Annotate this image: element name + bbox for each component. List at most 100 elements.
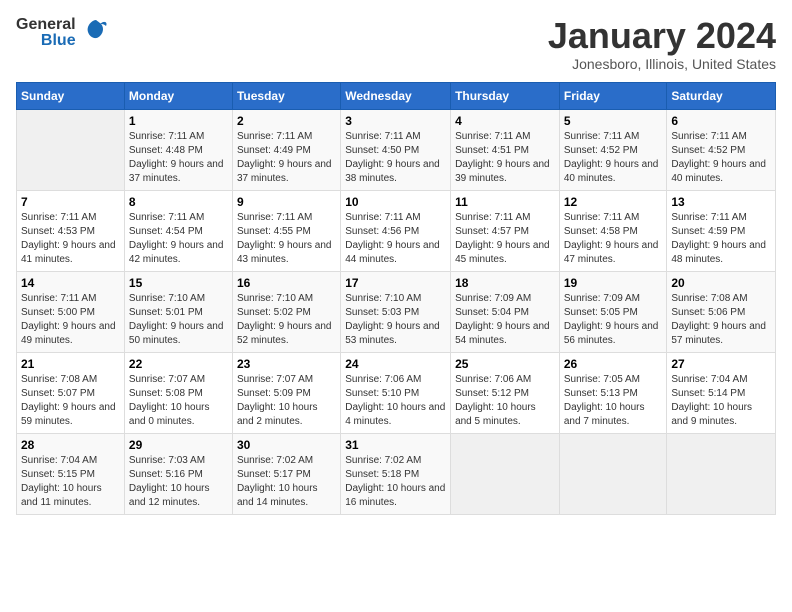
page-header: General Blue January 2024 Jonesboro, Ill… xyxy=(16,16,776,72)
day-number: 11 xyxy=(455,195,555,209)
day-info: Sunrise: 7:11 AMSunset: 4:57 PMDaylight:… xyxy=(455,211,555,267)
day-number: 17 xyxy=(345,276,446,290)
day-info: Sunrise: 7:11 AMSunset: 4:52 PMDaylight:… xyxy=(564,130,663,186)
day-cell xyxy=(451,433,560,514)
day-cell: 24 Sunrise: 7:06 AMSunset: 5:10 PMDaylig… xyxy=(341,352,451,433)
day-cell: 29 Sunrise: 7:03 AMSunset: 5:16 PMDaylig… xyxy=(124,433,232,514)
day-info: Sunrise: 7:10 AMSunset: 5:03 PMDaylight:… xyxy=(345,292,446,348)
day-number: 14 xyxy=(21,276,120,290)
day-cell: 12 Sunrise: 7:11 AMSunset: 4:58 PMDaylig… xyxy=(559,190,667,271)
logo-bird-icon xyxy=(82,16,110,49)
day-number: 26 xyxy=(564,357,663,371)
day-number: 19 xyxy=(564,276,663,290)
day-info: Sunrise: 7:08 AMSunset: 5:06 PMDaylight:… xyxy=(671,292,771,348)
day-info: Sunrise: 7:11 AMSunset: 5:00 PMDaylight:… xyxy=(21,292,120,348)
day-info: Sunrise: 7:11 AMSunset: 4:56 PMDaylight:… xyxy=(345,211,446,267)
day-number: 29 xyxy=(129,438,228,452)
day-cell: 28 Sunrise: 7:04 AMSunset: 5:15 PMDaylig… xyxy=(17,433,125,514)
calendar-table: Sunday Monday Tuesday Wednesday Thursday… xyxy=(16,82,776,515)
day-info: Sunrise: 7:04 AMSunset: 5:15 PMDaylight:… xyxy=(21,454,120,510)
day-info: Sunrise: 7:11 AMSunset: 4:58 PMDaylight:… xyxy=(564,211,663,267)
day-info: Sunrise: 7:07 AMSunset: 5:08 PMDaylight:… xyxy=(129,373,228,429)
day-number: 24 xyxy=(345,357,446,371)
day-cell: 21 Sunrise: 7:08 AMSunset: 5:07 PMDaylig… xyxy=(17,352,125,433)
day-info: Sunrise: 7:02 AMSunset: 5:18 PMDaylight:… xyxy=(345,454,446,510)
col-wednesday: Wednesday xyxy=(341,82,451,109)
day-info: Sunrise: 7:11 AMSunset: 4:49 PMDaylight:… xyxy=(237,130,336,186)
col-saturday: Saturday xyxy=(667,82,776,109)
day-info: Sunrise: 7:11 AMSunset: 4:50 PMDaylight:… xyxy=(345,130,446,186)
day-number: 6 xyxy=(671,114,771,128)
week-row-1: 1 Sunrise: 7:11 AMSunset: 4:48 PMDayligh… xyxy=(17,109,776,190)
day-cell: 20 Sunrise: 7:08 AMSunset: 5:06 PMDaylig… xyxy=(667,271,776,352)
day-info: Sunrise: 7:09 AMSunset: 5:04 PMDaylight:… xyxy=(455,292,555,348)
location: Jonesboro, Illinois, United States xyxy=(548,56,776,72)
day-number: 31 xyxy=(345,438,446,452)
day-info: Sunrise: 7:07 AMSunset: 5:09 PMDaylight:… xyxy=(237,373,336,429)
day-info: Sunrise: 7:05 AMSunset: 5:13 PMDaylight:… xyxy=(564,373,663,429)
day-number: 13 xyxy=(671,195,771,209)
day-number: 27 xyxy=(671,357,771,371)
week-row-2: 7 Sunrise: 7:11 AMSunset: 4:53 PMDayligh… xyxy=(17,190,776,271)
day-info: Sunrise: 7:02 AMSunset: 5:17 PMDaylight:… xyxy=(237,454,336,510)
day-cell: 18 Sunrise: 7:09 AMSunset: 5:04 PMDaylig… xyxy=(451,271,560,352)
day-cell: 7 Sunrise: 7:11 AMSunset: 4:53 PMDayligh… xyxy=(17,190,125,271)
col-thursday: Thursday xyxy=(451,82,560,109)
month-title: January 2024 xyxy=(548,16,776,56)
day-number: 10 xyxy=(345,195,446,209)
title-area: January 2024 Jonesboro, Illinois, United… xyxy=(548,16,776,72)
day-number: 4 xyxy=(455,114,555,128)
day-cell: 5 Sunrise: 7:11 AMSunset: 4:52 PMDayligh… xyxy=(559,109,667,190)
day-cell: 23 Sunrise: 7:07 AMSunset: 5:09 PMDaylig… xyxy=(232,352,340,433)
day-cell xyxy=(559,433,667,514)
day-info: Sunrise: 7:10 AMSunset: 5:01 PMDaylight:… xyxy=(129,292,228,348)
day-cell: 16 Sunrise: 7:10 AMSunset: 5:02 PMDaylig… xyxy=(232,271,340,352)
day-cell: 10 Sunrise: 7:11 AMSunset: 4:56 PMDaylig… xyxy=(341,190,451,271)
day-info: Sunrise: 7:04 AMSunset: 5:14 PMDaylight:… xyxy=(671,373,771,429)
day-cell: 6 Sunrise: 7:11 AMSunset: 4:52 PMDayligh… xyxy=(667,109,776,190)
day-cell: 27 Sunrise: 7:04 AMSunset: 5:14 PMDaylig… xyxy=(667,352,776,433)
day-number: 3 xyxy=(345,114,446,128)
day-cell: 3 Sunrise: 7:11 AMSunset: 4:50 PMDayligh… xyxy=(341,109,451,190)
day-info: Sunrise: 7:11 AMSunset: 4:51 PMDaylight:… xyxy=(455,130,555,186)
day-cell: 30 Sunrise: 7:02 AMSunset: 5:17 PMDaylig… xyxy=(232,433,340,514)
day-number: 18 xyxy=(455,276,555,290)
logo: General Blue xyxy=(16,16,110,49)
day-info: Sunrise: 7:11 AMSunset: 4:59 PMDaylight:… xyxy=(671,211,771,267)
day-cell: 25 Sunrise: 7:06 AMSunset: 5:12 PMDaylig… xyxy=(451,352,560,433)
day-number: 9 xyxy=(237,195,336,209)
day-number: 12 xyxy=(564,195,663,209)
day-cell: 22 Sunrise: 7:07 AMSunset: 5:08 PMDaylig… xyxy=(124,352,232,433)
col-sunday: Sunday xyxy=(17,82,125,109)
day-number: 2 xyxy=(237,114,336,128)
day-number: 15 xyxy=(129,276,228,290)
day-cell: 15 Sunrise: 7:10 AMSunset: 5:01 PMDaylig… xyxy=(124,271,232,352)
day-info: Sunrise: 7:08 AMSunset: 5:07 PMDaylight:… xyxy=(21,373,120,429)
day-cell: 13 Sunrise: 7:11 AMSunset: 4:59 PMDaylig… xyxy=(667,190,776,271)
day-cell: 4 Sunrise: 7:11 AMSunset: 4:51 PMDayligh… xyxy=(451,109,560,190)
day-cell: 17 Sunrise: 7:10 AMSunset: 5:03 PMDaylig… xyxy=(341,271,451,352)
day-cell: 31 Sunrise: 7:02 AMSunset: 5:18 PMDaylig… xyxy=(341,433,451,514)
day-info: Sunrise: 7:11 AMSunset: 4:52 PMDaylight:… xyxy=(671,130,771,186)
day-number: 30 xyxy=(237,438,336,452)
day-cell: 8 Sunrise: 7:11 AMSunset: 4:54 PMDayligh… xyxy=(124,190,232,271)
day-info: Sunrise: 7:11 AMSunset: 4:48 PMDaylight:… xyxy=(129,130,228,186)
day-info: Sunrise: 7:11 AMSunset: 4:55 PMDaylight:… xyxy=(237,211,336,267)
day-number: 23 xyxy=(237,357,336,371)
day-info: Sunrise: 7:09 AMSunset: 5:05 PMDaylight:… xyxy=(564,292,663,348)
day-info: Sunrise: 7:06 AMSunset: 5:10 PMDaylight:… xyxy=(345,373,446,429)
day-number: 21 xyxy=(21,357,120,371)
day-cell xyxy=(17,109,125,190)
logo-blue: Blue xyxy=(41,33,76,49)
day-number: 5 xyxy=(564,114,663,128)
col-monday: Monday xyxy=(124,82,232,109)
day-cell: 9 Sunrise: 7:11 AMSunset: 4:55 PMDayligh… xyxy=(232,190,340,271)
day-cell xyxy=(667,433,776,514)
day-info: Sunrise: 7:11 AMSunset: 4:53 PMDaylight:… xyxy=(21,211,120,267)
week-row-5: 28 Sunrise: 7:04 AMSunset: 5:15 PMDaylig… xyxy=(17,433,776,514)
day-number: 20 xyxy=(671,276,771,290)
day-number: 25 xyxy=(455,357,555,371)
day-number: 8 xyxy=(129,195,228,209)
logo-general: General xyxy=(16,17,76,33)
day-info: Sunrise: 7:03 AMSunset: 5:16 PMDaylight:… xyxy=(129,454,228,510)
